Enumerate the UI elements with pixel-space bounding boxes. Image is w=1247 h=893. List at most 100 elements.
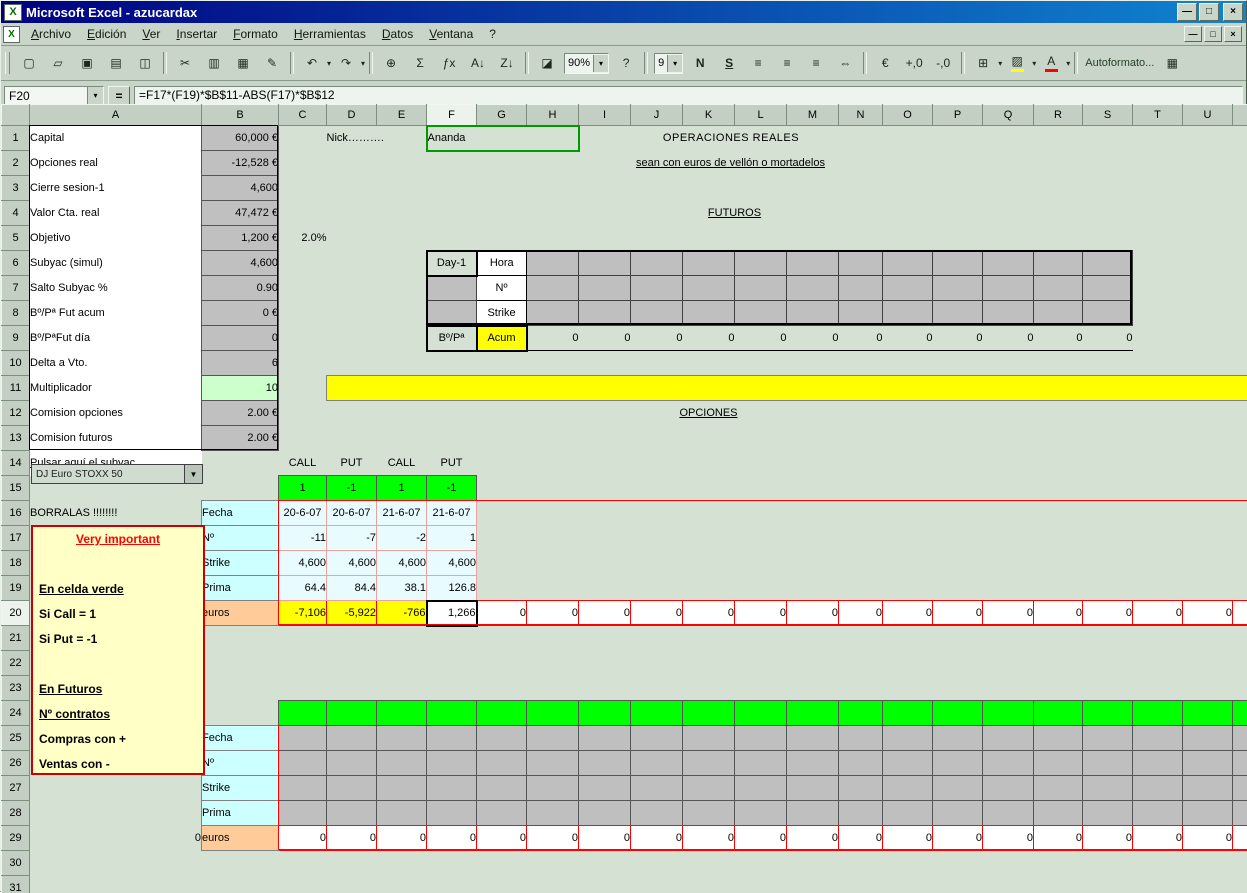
cell-V3[interactable] [1233,176,1247,201]
cell-U2[interactable] [1183,151,1233,176]
cell-M30[interactable] [787,851,839,876]
cell-N20[interactable]: 0 [839,601,883,626]
cell-R10[interactable] [1034,351,1083,376]
cell-F29[interactable]: 0 [427,826,477,851]
cell-D25[interactable] [327,726,377,751]
cell-T29[interactable]: 0 [1133,826,1183,851]
cell-J14[interactable] [631,451,683,476]
column-header-Q[interactable]: Q [983,105,1034,126]
cell-V24[interactable] [1233,701,1247,726]
cell-C19[interactable]: 64.4 [279,576,327,601]
cell-S29[interactable]: 0 [1083,826,1133,851]
cell-Q31[interactable] [983,876,1034,893]
cell-Q29[interactable]: 0 [983,826,1034,851]
decrease-decimal-button[interactable]: -,0 [929,51,957,75]
cell-K27[interactable] [683,776,735,801]
cell-R28[interactable] [1034,801,1083,826]
cell-P26[interactable] [933,751,983,776]
cell-D19[interactable]: 84.4 [327,576,377,601]
cell-S13[interactable] [1083,426,1133,451]
cell-K3[interactable] [683,176,735,201]
cell-C9[interactable] [279,326,327,351]
cell-E5[interactable] [377,226,427,251]
cell-P16[interactable] [933,501,983,526]
cell-O29[interactable]: 0 [883,826,933,851]
cell-D8[interactable] [327,301,377,326]
cell-V6[interactable] [1233,251,1247,276]
row-header-20[interactable]: 20 [2,601,30,626]
cell-R30[interactable] [1034,851,1083,876]
cell-E26[interactable] [377,751,427,776]
column-header-K[interactable]: K [683,105,735,126]
cell-P15[interactable] [933,476,983,501]
cell-L21[interactable] [735,626,787,651]
cell-F5[interactable] [427,226,477,251]
cell-A29[interactable]: 0 [30,826,202,851]
cell-L24[interactable] [735,701,787,726]
cell-B20[interactable]: euros [202,601,279,626]
column-header-I[interactable]: I [579,105,631,126]
cell-R20[interactable]: 0 [1034,601,1083,626]
cell-E7[interactable] [377,276,427,301]
cell-L10[interactable] [735,351,787,376]
row-header-27[interactable]: 27 [2,776,30,801]
cell-B4[interactable]: 47,472 € [202,201,279,226]
cell-U22[interactable] [1183,651,1233,676]
row-header-29[interactable]: 29 [2,826,30,851]
cell-N17[interactable] [839,526,883,551]
cell-M18[interactable] [787,551,839,576]
cell-F25[interactable] [427,726,477,751]
cell-F27[interactable] [427,776,477,801]
cell-B28[interactable]: Prima [202,801,279,826]
cell-P2[interactable] [933,151,983,176]
cell-I6[interactable] [579,251,631,276]
cell-D11[interactable] [327,376,1247,401]
cell-S18[interactable] [1083,551,1133,576]
paste-function-button[interactable]: ƒx [435,51,463,75]
cell-A6[interactable]: Subyac (simul) [30,251,202,276]
cell-U5[interactable] [1183,226,1233,251]
cell-G2[interactable] [477,151,527,176]
cell-A9[interactable]: Bº/PªFut día [30,326,202,351]
cell-T1[interactable] [1133,126,1183,151]
borders-button[interactable]: ⊞ [969,51,997,75]
cell-E2[interactable] [377,151,427,176]
cell-H10[interactable] [527,351,579,376]
cell-T13[interactable] [1133,426,1183,451]
redo-button-dropdown-icon[interactable]: ▾ [361,59,365,68]
cell-P29[interactable]: 0 [933,826,983,851]
cell-A11[interactable]: Multiplicador [30,376,202,401]
cell-T14[interactable] [1133,451,1183,476]
cell-Q13[interactable] [983,426,1034,451]
cell-A12[interactable]: Comision opciones [30,401,202,426]
cell-R8[interactable] [1034,301,1083,326]
cell-K13[interactable] [683,426,735,451]
cell-Q10[interactable] [983,351,1034,376]
cell-F30[interactable] [427,851,477,876]
cell-V20[interactable] [1233,601,1247,626]
cell-S31[interactable] [1083,876,1133,893]
cell-K31[interactable] [683,876,735,893]
cell-F7[interactable] [427,276,477,301]
cell-I5[interactable] [579,226,631,251]
cell-J29[interactable]: 0 [631,826,683,851]
cell-U28[interactable] [1183,801,1233,826]
cell-B10[interactable]: 6 [202,351,279,376]
cell-O31[interactable] [883,876,933,893]
cell-J21[interactable] [631,626,683,651]
cell-C16[interactable]: 20-6-07 [279,501,327,526]
cell-R21[interactable] [1034,626,1083,651]
cell-T5[interactable] [1133,226,1183,251]
cell-E21[interactable] [377,626,427,651]
cell-E4[interactable] [377,201,427,226]
cell-N7[interactable] [839,276,883,301]
cell-T20[interactable]: 0 [1133,601,1183,626]
cell-D17[interactable]: -7 [327,526,377,551]
align-left-button[interactable]: ≡ [744,51,772,75]
cell-J23[interactable] [631,676,683,701]
cell-E12[interactable] [377,401,427,426]
cell-O4[interactable] [883,201,933,226]
cell-H4[interactable] [527,201,579,226]
cell-B6[interactable]: 4,600 [202,251,279,276]
cell-J25[interactable] [631,726,683,751]
